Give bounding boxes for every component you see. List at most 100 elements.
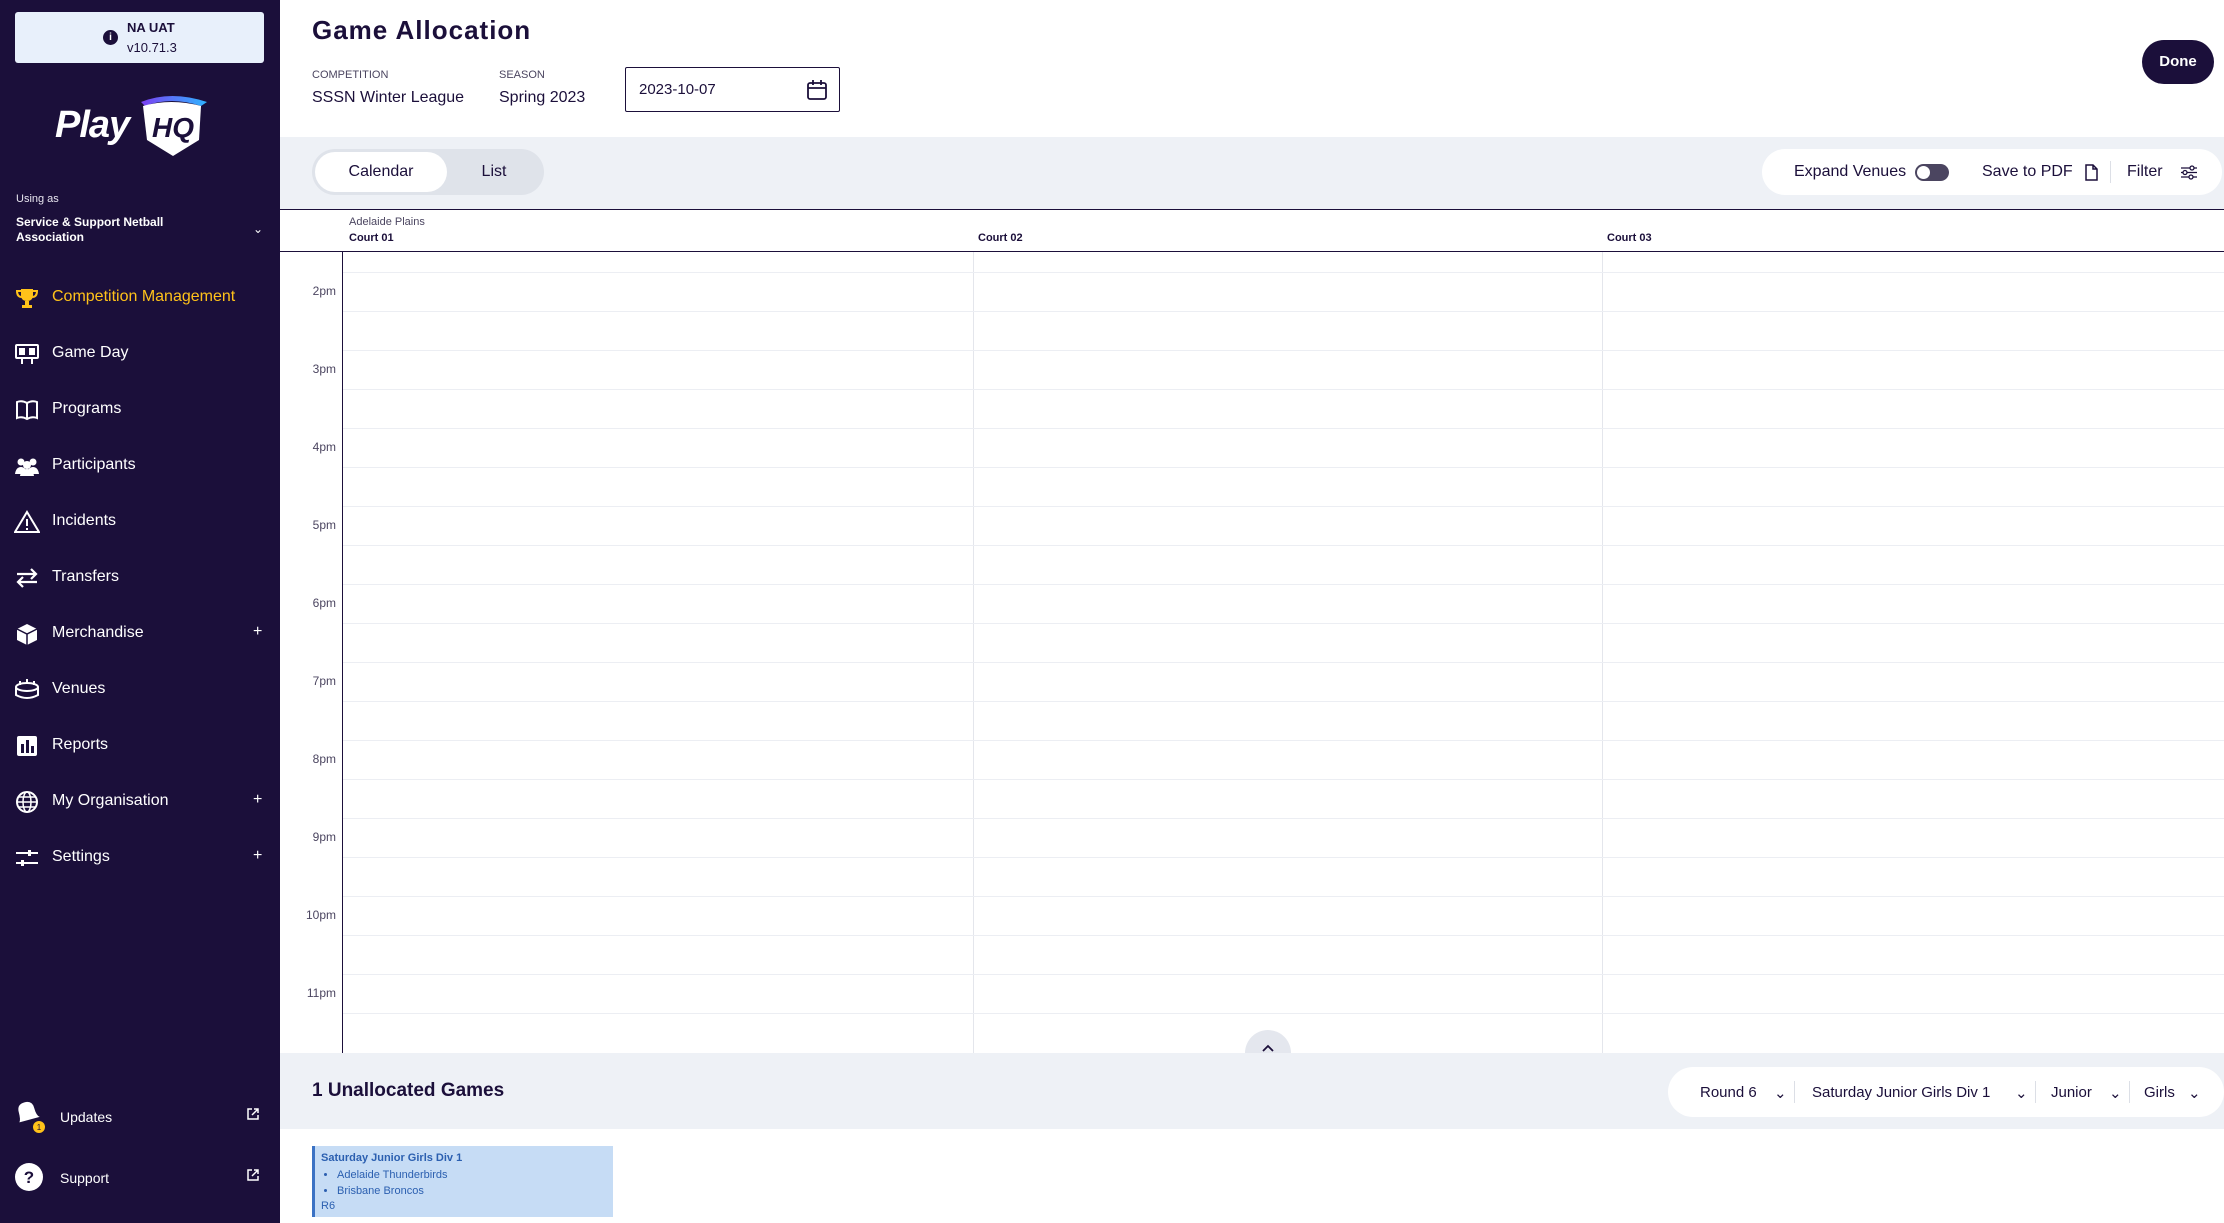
chevron-down-icon[interactable]: ⌄ (2109, 1084, 2122, 1102)
logo-text-hq: HQ (152, 112, 194, 143)
people-icon (15, 458, 39, 476)
expand-icon[interactable]: + (253, 623, 262, 641)
round-filter[interactable]: Round 6 (1700, 1084, 1757, 1101)
time-label: 5pm (312, 518, 336, 532)
calendar-icon[interactable] (806, 79, 828, 101)
tab-calendar[interactable]: Calendar (315, 152, 447, 192)
chevron-down-icon[interactable]: ⌄ (2188, 1084, 2201, 1102)
nav-participants[interactable]: Participants (0, 445, 280, 485)
playhq-logo[interactable]: Play HQ (55, 92, 215, 167)
bell-icon: 1 (18, 1101, 45, 1133)
nav-reports[interactable]: Reports (0, 725, 280, 765)
time-label: 6pm (312, 596, 336, 610)
game-teams: Adelaide Thunderbirds Brisbane Broncos (337, 1167, 447, 1199)
sliders-icon (16, 850, 38, 866)
half-hour-line (343, 1013, 2224, 1014)
done-button[interactable]: Done (2142, 40, 2214, 84)
game-round: R6 (321, 1200, 336, 1212)
hour-line (343, 818, 2224, 819)
chevron-down-icon[interactable]: ⌄ (2015, 1084, 2028, 1102)
time-label: 10pm (305, 908, 336, 922)
nav-label: Settings (52, 848, 110, 865)
document-icon (2085, 164, 2098, 181)
scoreboard-icon (15, 344, 39, 364)
expand-icon[interactable]: + (253, 847, 262, 865)
expand-venues-toggle[interactable] (1915, 164, 1949, 181)
logo-text-play: Play (55, 104, 130, 146)
support-label: Support (60, 1170, 110, 1186)
nav-label: Competition Management (52, 288, 236, 305)
environment-version: v10.71.3 (127, 40, 177, 55)
nav-label: Merchandise (52, 624, 144, 641)
half-hour-line (343, 311, 2224, 312)
chevron-down-icon[interactable]: ⌄ (1774, 1084, 1787, 1102)
transfer-icon (16, 568, 38, 588)
hour-line (343, 506, 2224, 507)
expand-icon[interactable]: + (253, 791, 262, 809)
court-header: Court 03 (1607, 232, 1652, 244)
save-pdf-button[interactable]: Save to PDF (1982, 163, 2073, 181)
time-label: 7pm (312, 674, 336, 688)
competition-label: COMPETITION (312, 69, 389, 81)
nav-updates[interactable]: 1 Updates (0, 1098, 280, 1138)
nav-transfers[interactable]: Transfers (0, 557, 280, 597)
time-label: 4pm (312, 440, 336, 454)
hour-line (343, 272, 2224, 273)
nav-my-organisation[interactable]: My Organisation + (0, 781, 280, 821)
nav-label: Reports (52, 736, 109, 753)
team-away: Brisbane Broncos (337, 1183, 447, 1199)
organisation-name[interactable]: Service & Support Netball Association (16, 215, 206, 245)
nav-support[interactable]: ? Support (0, 1159, 280, 1199)
svg-text:?: ? (24, 1168, 34, 1187)
division-filter[interactable]: Saturday Junior Girls Div 1 (1812, 1084, 1990, 1101)
using-as-label: Using as (16, 193, 59, 205)
tab-list[interactable]: List (447, 152, 541, 192)
date-picker[interactable]: 2023-10-07 (625, 67, 840, 112)
book-icon (16, 400, 38, 421)
competition-value: SSSN Winter League (312, 89, 465, 106)
divider (2110, 161, 2111, 183)
nav-label: Participants (52, 456, 136, 473)
nav-settings[interactable]: Settings + (0, 837, 280, 877)
nav-programs[interactable]: Programs (0, 389, 280, 429)
chevron-down-icon[interactable]: ⌄ (253, 222, 263, 236)
filter-button[interactable]: Filter (2127, 163, 2163, 181)
half-hour-line (343, 623, 2224, 624)
half-hour-line (343, 701, 2224, 702)
half-hour-line (343, 779, 2224, 780)
hour-line (343, 584, 2224, 585)
nav-label: My Organisation (52, 792, 169, 809)
divider (1794, 1081, 1795, 1103)
external-link-icon[interactable] (246, 1168, 260, 1182)
gender-filter[interactable]: Girls (2144, 1084, 2175, 1101)
divider (2035, 1081, 2036, 1103)
half-hour-line (343, 389, 2224, 390)
hour-line (343, 896, 2224, 897)
nav-merchandise[interactable]: Merchandise + (0, 613, 280, 653)
filter-sliders-icon[interactable] (2180, 165, 2198, 180)
age-group-filter[interactable]: Junior (2051, 1084, 2092, 1101)
half-hour-line (343, 857, 2224, 858)
page-title: Game Allocation (312, 15, 532, 45)
nav-venues[interactable]: Venues (0, 669, 280, 709)
nav-label: Game Day (52, 344, 129, 361)
hour-line (343, 428, 2224, 429)
time-label: 3pm (312, 362, 336, 376)
half-hour-line (343, 935, 2224, 936)
hour-line (343, 740, 2224, 741)
hour-line (343, 974, 2224, 975)
nav-game-day[interactable]: Game Day (0, 333, 280, 373)
unallocated-title: 1 Unallocated Games (312, 1080, 505, 1101)
nav-label: Venues (52, 680, 106, 697)
nav-incidents[interactable]: Incidents (0, 501, 280, 541)
expand-venues-label: Expand Venues (1794, 163, 1907, 180)
unallocated-game-card[interactable]: Saturday Junior Girls Div 1 Adelaide Thu… (312, 1146, 613, 1217)
environment-name: NA UAT (127, 20, 175, 35)
date-value: 2023-10-07 (639, 81, 716, 98)
help-icon: ? (15, 1163, 43, 1191)
time-label: 8pm (312, 752, 336, 766)
time-axis-line (342, 252, 343, 1054)
hq-shield-icon: HQ (141, 96, 207, 156)
external-link-icon[interactable] (246, 1107, 260, 1121)
nav-competition-management[interactable]: Competition Management (0, 277, 280, 317)
